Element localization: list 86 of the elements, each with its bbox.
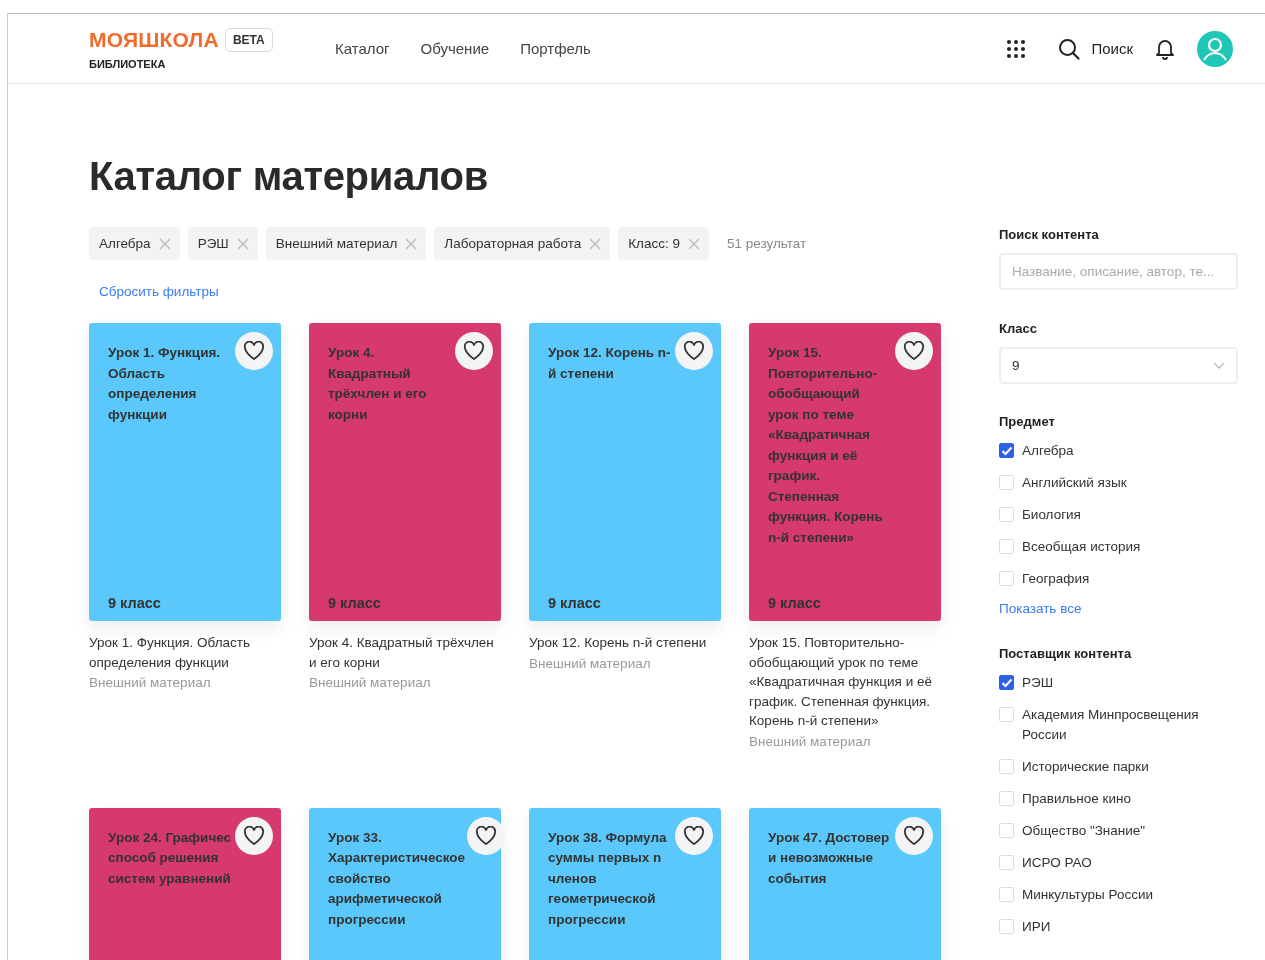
cover-title: Урок 4. Квадратный трёхчлен и его корни	[328, 344, 428, 424]
lesson-cover[interactable]: Урок 1. Функция. Область определения функции 9 класс	[89, 323, 281, 621]
checkbox-label[interactable]: Минкультуры России	[1022, 885, 1153, 905]
heart-icon	[683, 825, 705, 846]
section-heading: Поиск контента	[999, 227, 1100, 242]
filter-chip[interactable]: Класс: 9	[618, 227, 709, 260]
lesson-title[interactable]: Урок 12. Корень n-й степени	[529, 633, 721, 653]
grade-label: 9 класс	[768, 595, 822, 611]
cover-title: Урок 15. Повторительно-обобщающий урок по теме «Квадратичная функция и её график. Степенная функция. Корень n-й степени»	[768, 344, 884, 547]
cover-title: Урок 47. Достовер и невозможные события	[768, 828, 891, 888]
close-icon[interactable]	[158, 237, 171, 250]
chevron-down-icon	[1213, 361, 1225, 370]
grade-label: 9 класс	[108, 595, 162, 611]
filter-chip[interactable]: Алгебра	[89, 227, 180, 260]
reset-filters-link[interactable]: Сбросить фильтры	[99, 284, 219, 299]
section-heading: Предмет	[999, 414, 1056, 429]
heart-icon	[903, 341, 925, 361]
grade-select[interactable]: 9	[999, 347, 1238, 384]
apps-grid-icon[interactable]	[1006, 38, 1027, 59]
section-heading: Поставщик контента	[999, 646, 1133, 661]
material-type: Внешний материал	[309, 674, 432, 692]
section-heading: Класс	[999, 321, 1038, 336]
heart-icon	[243, 825, 265, 846]
filter-chip[interactable]: РЭШ	[187, 227, 258, 260]
favorite-button[interactable]	[235, 816, 273, 855]
cover-title: Урок 12. Корень n-й степени	[548, 344, 672, 383]
checkbox-label[interactable]: Правильное кино	[1022, 789, 1131, 809]
avatar-icon[interactable]	[1197, 30, 1233, 67]
checkbox-label[interactable]: Английский язык	[1022, 473, 1127, 493]
search-icon	[1058, 37, 1081, 60]
nav-link[interactable]: Обучение	[420, 40, 490, 57]
lesson-cover[interactable]: Урок 47. Достовер и невозможные события	[749, 807, 941, 960]
heart-icon	[463, 341, 485, 361]
cover-title: Урок 38. Формула суммы первых n членов геометрической прогрессии	[548, 828, 668, 929]
checkbox-label[interactable]: Биология	[1022, 505, 1081, 525]
nav-link[interactable]: Портфель	[520, 40, 591, 57]
bell-icon[interactable]	[1155, 37, 1175, 60]
filter-chip[interactable]: Внешний материал	[265, 227, 427, 260]
checkbox-label[interactable]: География	[1022, 569, 1090, 589]
checkbox-label[interactable]: Общество "Знание"	[1022, 821, 1146, 841]
lesson-title[interactable]: Урок 15. Повторительно-обобщающий урок по теме «Квадратичная функция и её график. Степенная функция. Корень n-й степени»	[749, 633, 941, 731]
cover-title: Урок 24. Графичес способ решения систем уравнений	[108, 828, 233, 888]
material-type: Внешний материал	[89, 674, 212, 692]
favorite-button[interactable]	[235, 332, 273, 370]
heart-icon	[243, 341, 265, 361]
checkbox-label[interactable]: Алгебра	[1022, 441, 1074, 461]
favorite-button[interactable]	[895, 816, 933, 855]
filter-chip[interactable]: Лабораторная работа	[434, 227, 611, 260]
page-title: Каталог материалов	[89, 154, 489, 199]
checkbox[interactable]	[999, 443, 1014, 458]
favorite-button[interactable]	[467, 816, 506, 855]
favorite-button[interactable]	[675, 332, 713, 370]
grade-label: 9 класс	[548, 595, 602, 611]
search-button[interactable]: Поиск	[1058, 37, 1133, 60]
checkbox-label[interactable]: Академия Минпросвещения России	[1022, 705, 1238, 745]
library-label: БИБЛИОТЕКА	[89, 57, 167, 70]
grade-label: 9 класс	[328, 595, 382, 611]
checkbox-label[interactable]: Всеобщая история	[1022, 537, 1141, 557]
heart-icon	[475, 825, 498, 846]
lesson-cover[interactable]: Урок 12. Корень n-й степени 9 класс	[529, 323, 721, 621]
checkbox-label[interactable]: ИРИ	[1022, 917, 1051, 937]
close-icon[interactable]	[405, 237, 418, 250]
close-icon[interactable]	[687, 237, 700, 250]
favorite-button[interactable]	[895, 332, 933, 370]
favorite-button[interactable]	[675, 816, 713, 855]
material-type: Внешний материал	[749, 732, 872, 751]
checkbox-label[interactable]: РЭШ	[1022, 673, 1054, 693]
close-icon[interactable]	[236, 237, 249, 250]
content-search-field[interactable]: Название, описание, автор, те...	[999, 253, 1238, 290]
checkbox-label[interactable]: Исторические парки	[1022, 757, 1149, 777]
heart-icon	[903, 825, 925, 846]
beta-badge: BETA	[224, 27, 273, 52]
checkbox-label[interactable]: ИСРО РАО	[1022, 853, 1092, 873]
material-type: Внешний материал	[529, 654, 652, 673]
cover-title: Урок 1. Функция. Область определения функции	[108, 344, 222, 424]
lesson-title[interactable]: Урок 1. Функция. Область определения функции	[89, 633, 281, 672]
favorite-button[interactable]	[455, 332, 493, 370]
lesson-cover[interactable]: Урок 38. Формула суммы первых n членов геометрической прогрессии	[529, 807, 721, 960]
show-all-link[interactable]: Показать все	[999, 601, 1238, 616]
heart-icon	[683, 341, 705, 361]
close-icon[interactable]	[589, 237, 602, 250]
lesson-title[interactable]: Урок 4. Квадратный трёхчлен и его корни	[309, 633, 501, 672]
nav-link[interactable]: Каталог	[335, 40, 390, 57]
checkbox[interactable]	[999, 675, 1014, 690]
cover-title: Урок 33. Характеристическое свойство арифметической прогрессии	[328, 828, 466, 929]
result-count: 51 результат	[726, 236, 807, 251]
